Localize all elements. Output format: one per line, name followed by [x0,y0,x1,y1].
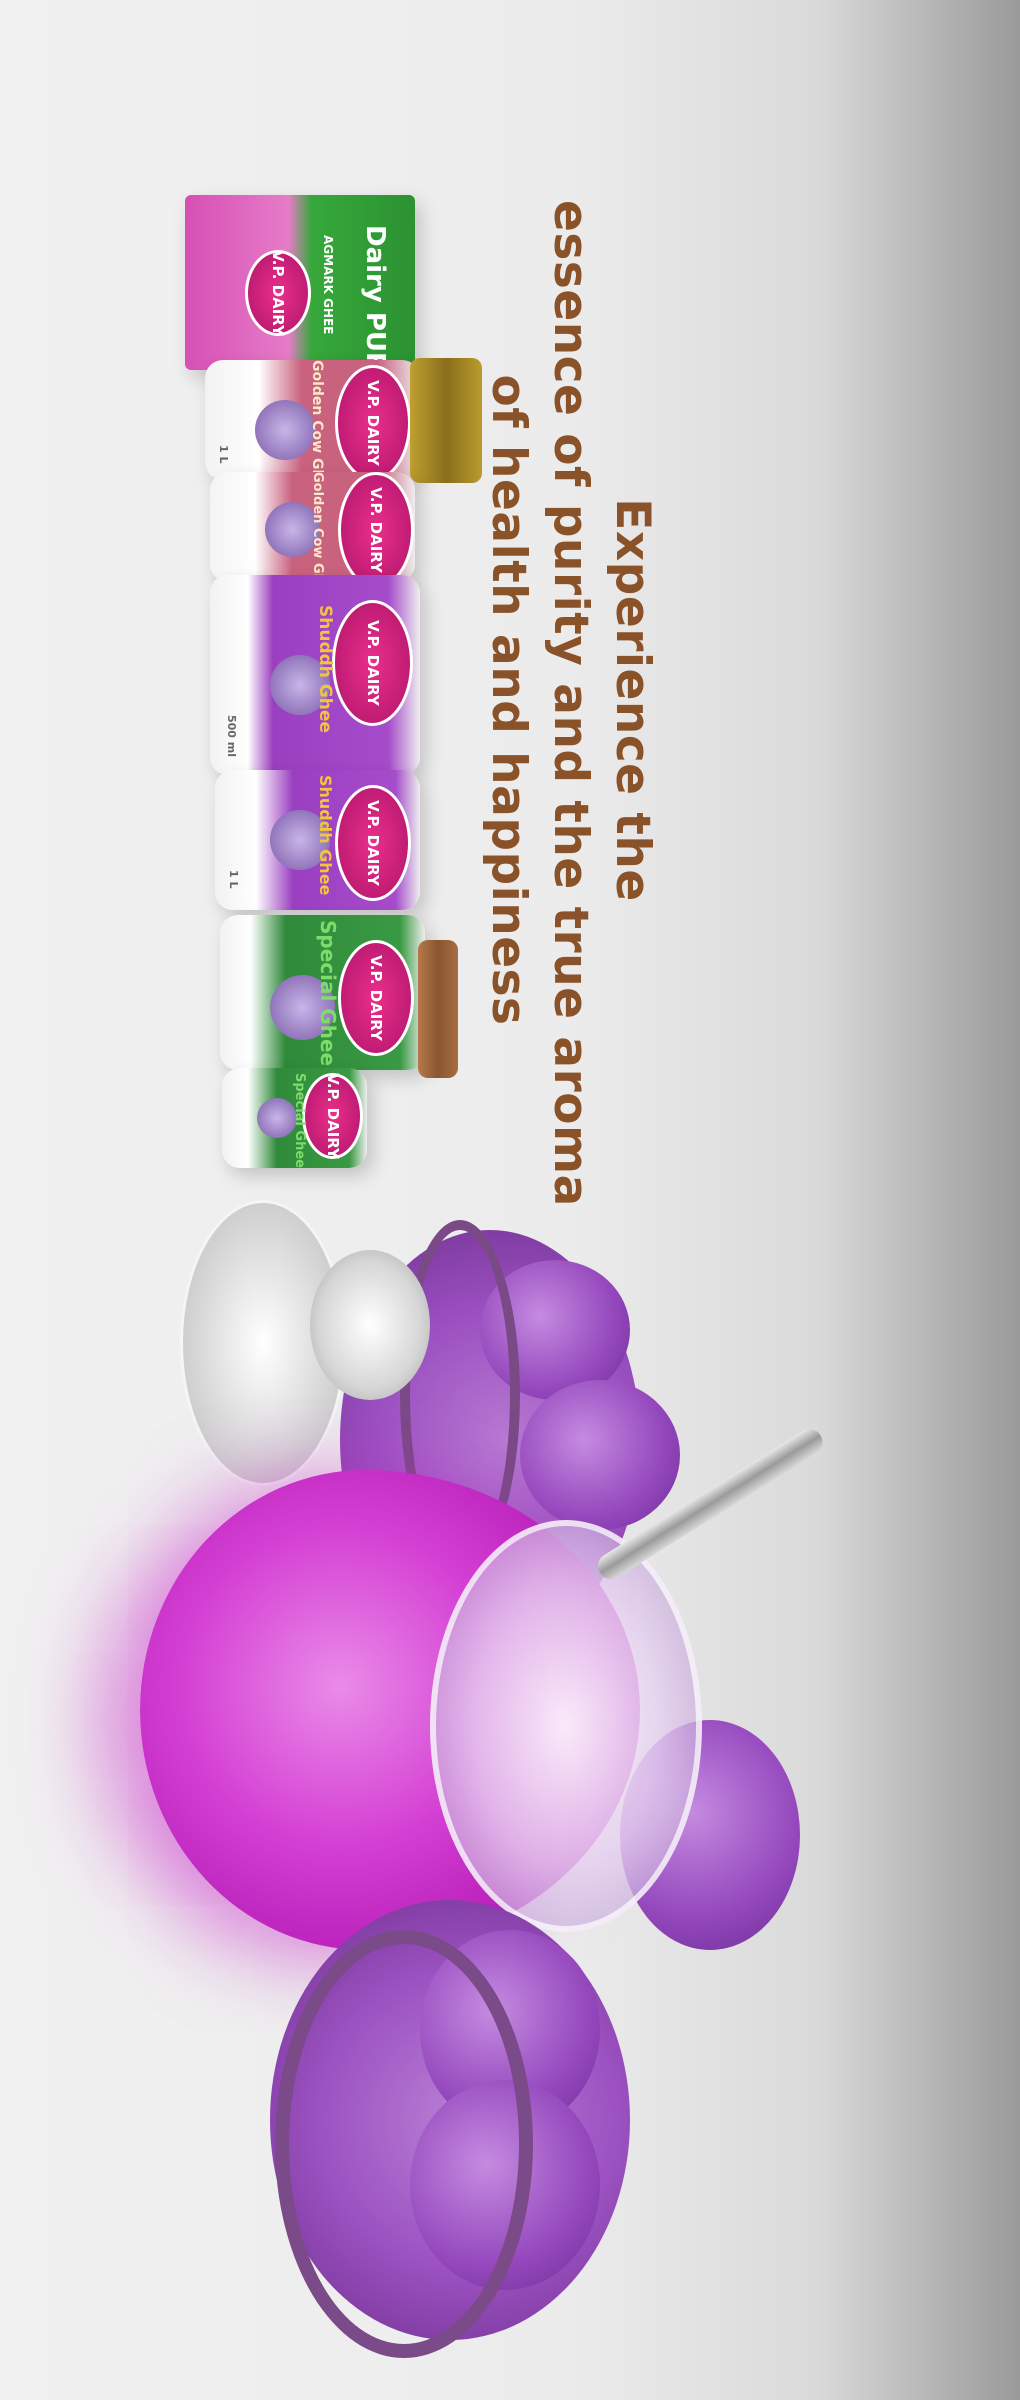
product-pouch-golden-cow: V.P. DAIRY Golden Cow Ghee [210,472,415,582]
glass-lid-knob [310,1250,430,1400]
product-size: 1 L [227,870,240,889]
jar-cap [410,358,482,483]
brand-label: V.P. DAIRY [323,1073,342,1159]
brand-badge: V.P. DAIRY [335,365,411,480]
brand-badge: V.P. DAIRY [338,940,414,1056]
product-pouch-shuddh-500ml: V.P. DAIRY Shuddh Ghee 500 ml [210,575,420,775]
advertisement-canvas: Experience the essence of purity and the… [0,0,1020,2400]
product-name: Shuddh Ghee [316,775,335,896]
pot-opening [430,1520,702,1932]
headline-line-3: of health and happiness [481,374,536,1026]
brand-label: V.P. DAIRY [364,380,382,466]
product-size: 1 L [217,445,230,464]
jar-cap [418,940,458,1078]
product-jar-shuddh-1l: V.P. DAIRY Shuddh Ghee 1 L [215,770,420,910]
headline: Experience the essence of purity and the… [477,200,663,1207]
product-name: Shuddh Ghee [315,605,335,733]
product-name: Special Ghee [292,1073,307,1168]
sweet-ball [520,1380,680,1530]
product-name: Golden Cow Ghee [310,472,325,582]
product-size: 500 ml [225,715,238,758]
product-jar-special-ghee-small: V.P. DAIRY Special Ghee [222,1068,367,1168]
brand-label: V.P. DAIRY [364,800,382,886]
ghee-cup-icon [255,400,315,460]
product-name: Golden Cow Ghee [309,360,325,480]
headline-line-1: Experience the [605,498,660,902]
ghee-cup-icon [257,1098,297,1138]
product-name: Dairy PURE [360,225,390,370]
brand-label: V.P. DAIRY [367,487,385,573]
brand-badge: V.P. DAIRY [335,785,411,901]
product-box-dairy-pure: V.P. DAIRY Dairy PURE AGMARK GHEE [185,195,415,370]
brand-label: V.P. DAIRY [269,250,287,336]
product-name: Special Ghee [316,920,340,1067]
brand-badge: V.P. DAIRY [332,600,413,726]
brand-badge: V.P. DAIRY [245,250,311,336]
brand-badge: V.P. DAIRY [302,1073,363,1159]
brand-label: V.P. DAIRY [363,620,382,706]
bowl-rim [275,1930,533,2358]
product-subtitle: AGMARK GHEE [321,235,335,335]
product-jar-special-ghee-large: V.P. DAIRY Special Ghee [220,915,425,1070]
headline-line-2: essence of purity and the true aroma [543,200,598,1207]
brand-badge: V.P. DAIRY [338,472,414,582]
brand-label: V.P. DAIRY [367,955,385,1041]
product-jar-golden-cow-1l: V.P. DAIRY Golden Cow Ghee 1 L [205,360,420,480]
